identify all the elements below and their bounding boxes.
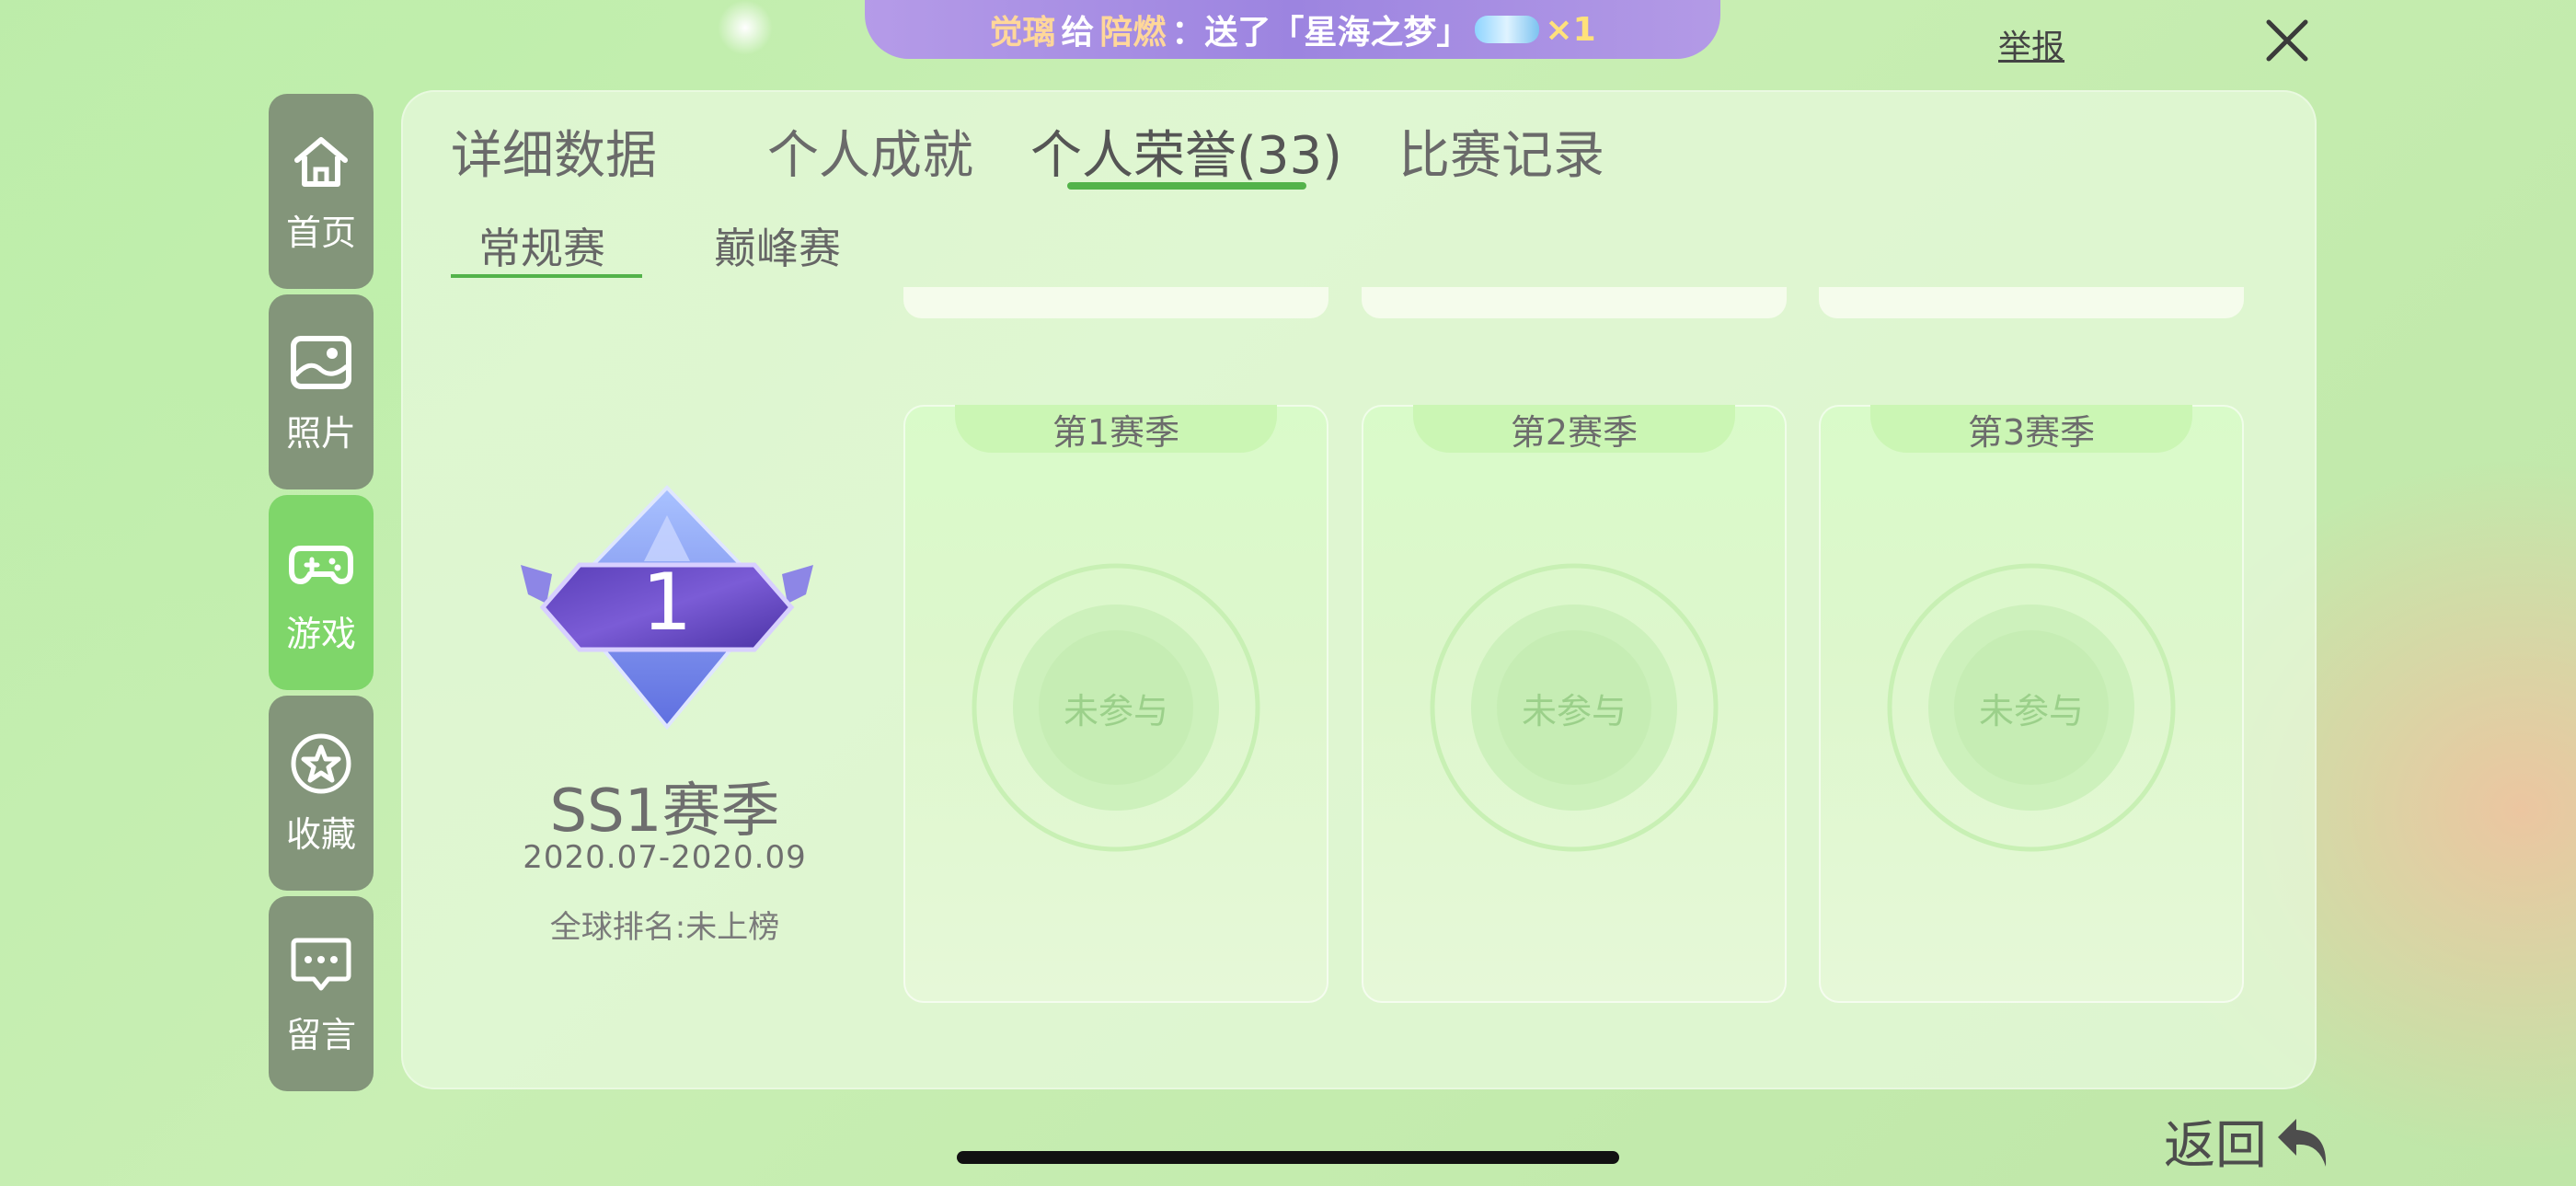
tab-achievements[interactable]: 个人成就 — [767, 114, 973, 189]
back-arrow-icon — [2278, 1118, 2327, 1167]
subtab-regular[interactable]: 常规赛 — [478, 215, 605, 276]
sidebar-item-label: 游戏 — [285, 613, 356, 654]
gift-gem-icon — [1475, 16, 1540, 43]
sparkle-decoration — [718, 0, 773, 55]
gift-sender: 觉璃 — [989, 14, 1056, 52]
season-global-rank: 全球排名:未上榜 — [549, 909, 780, 946]
back-label: 返回 — [2164, 1116, 2267, 1176]
home-icon — [294, 136, 348, 187]
gift-notification-banner: 觉璃 给 陪燃 ：送了「星海之梦」 ×1 — [865, 0, 1720, 59]
message-icon — [291, 938, 351, 990]
active-tab-indicator — [1067, 182, 1306, 190]
season-card-label: 第3赛季 — [1870, 405, 2192, 453]
report-link[interactable]: 举报 — [1998, 20, 2064, 68]
photo-icon — [291, 335, 351, 389]
card-partial — [1819, 287, 2244, 318]
back-button[interactable]: 返回 — [2164, 1104, 2337, 1179]
sidebar-item-label: 收藏 — [285, 813, 356, 855]
gift-count: ×1 — [1545, 10, 1596, 49]
badge-number: 1 — [642, 557, 693, 649]
gift-connector: 给 — [1061, 14, 1095, 52]
close-button[interactable] — [2263, 17, 2311, 64]
card-partial — [1362, 287, 1787, 318]
season-card[interactable]: 第3赛季 未参与 — [1819, 405, 2244, 1003]
season-dates: 2020.07-2020.09 — [523, 839, 807, 876]
season-card-status: 未参与 — [1978, 691, 2084, 731]
tab-honors[interactable]: 个人荣誉(33) — [1030, 114, 1342, 189]
season-card-status: 未参与 — [1521, 691, 1627, 731]
gift-message: ：送了「星海之梦」 — [1171, 14, 1470, 52]
card-partial — [903, 287, 1328, 318]
star-icon — [291, 733, 351, 793]
sidebar-item-games[interactable]: 游戏 — [269, 495, 374, 690]
home-indicator[interactable] — [957, 1151, 1619, 1164]
tab-match-records[interactable]: 比赛记录 — [1398, 114, 1604, 189]
tab-details[interactable]: 详细数据 — [451, 114, 657, 189]
sidebar-item-home[interactable]: 首页 — [269, 94, 374, 289]
active-subtab-indicator — [451, 274, 642, 278]
season-card-label: 第1赛季 — [955, 405, 1277, 453]
gift-receiver: 陪燃 — [1099, 14, 1167, 52]
sidebar-item-photos[interactable]: 照片 — [269, 294, 374, 489]
close-icon — [2266, 19, 2308, 62]
season-card-label: 第2赛季 — [1413, 405, 1735, 453]
sidebar-item-favorites[interactable]: 收藏 — [269, 696, 374, 891]
sidebar-item-label: 照片 — [285, 412, 356, 454]
gamepad-icon — [289, 545, 353, 584]
subtab-peak[interactable]: 巅峰赛 — [714, 215, 841, 276]
season-title: SS1赛季 — [549, 777, 780, 846]
sidebar-item-label: 留言 — [285, 1014, 356, 1055]
sidebar-item-messages[interactable]: 留言 — [269, 896, 374, 1091]
season-rank-badge-icon: 1 — [521, 485, 813, 731]
season-card[interactable]: 第2赛季 未参与 — [1362, 405, 1787, 1003]
sidebar-item-label: 首页 — [285, 212, 356, 253]
season-card-status: 未参与 — [1063, 691, 1168, 731]
season-card[interactable]: 第1赛季 未参与 — [903, 405, 1328, 1003]
